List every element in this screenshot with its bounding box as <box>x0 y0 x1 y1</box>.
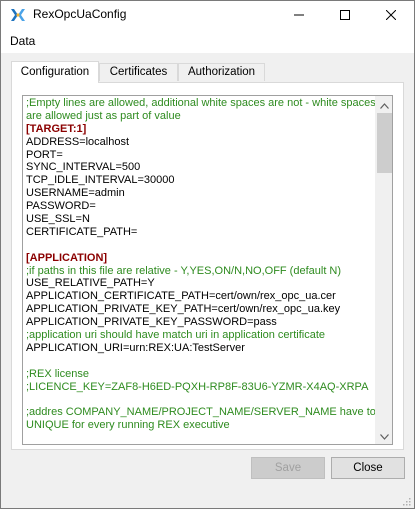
config-editor[interactable]: ;Empty lines are allowed, additional whi… <box>22 95 393 445</box>
resize-grip-icon[interactable] <box>401 495 411 506</box>
config-comment-line: ;REX license <box>26 367 89 380</box>
menu-data[interactable]: Data <box>10 34 35 48</box>
window-title: RexOpcUaConfig <box>33 7 127 21</box>
config-comment-line: ;application uri should have match uri i… <box>26 329 325 342</box>
config-line: CERTIFICATE_PATH= <box>26 225 138 238</box>
config-line <box>26 355 376 368</box>
menu-bar: Data <box>1 29 414 53</box>
config-comment-line: are allowed just as part of value <box>26 109 181 122</box>
tab-configuration[interactable]: Configuration <box>11 61 99 83</box>
config-line: USERNAME=admin <box>26 187 125 200</box>
title-bar[interactable]: RexOpcUaConfig <box>1 1 414 29</box>
maximize-icon <box>340 10 350 20</box>
config-comment-line: UNIQUE for every running REX executive <box>26 419 230 432</box>
vertical-scrollbar[interactable] <box>375 96 392 444</box>
config-line: SYNC_INTERVAL=500 <box>26 161 141 174</box>
config-comment-line: ;if paths in this file are relative - Y,… <box>26 264 342 277</box>
close-button[interactable]: Close <box>331 457 405 479</box>
app-window: RexOpcUaConfig Data Configuration Certif… <box>0 0 415 509</box>
config-line: TCP_IDLE_INTERVAL=30000 <box>26 174 175 187</box>
config-line <box>26 393 376 406</box>
maximize-button[interactable] <box>322 1 368 29</box>
save-button[interactable]: Save <box>251 457 325 479</box>
config-section-header: [TARGET:1] <box>26 122 87 135</box>
scroll-up-button[interactable] <box>376 96 392 113</box>
config-comment-line: ;Empty lines are allowed, additional whi… <box>26 97 376 109</box>
config-section-header: [APPLICATION] <box>26 251 108 264</box>
rex-app-icon <box>9 6 27 24</box>
close-window-button[interactable] <box>368 1 414 29</box>
minimize-button[interactable] <box>276 1 322 29</box>
config-line: APPLICATION_CERTIFICATE_PATH=cert/own/re… <box>26 290 336 303</box>
config-line: APPLICATION_URI=urn:REX:UA:TestServer <box>26 341 245 354</box>
config-line: USE_RELATIVE_PATH=Y <box>26 277 155 290</box>
scroll-down-arrow-icon <box>380 429 389 443</box>
tab-certificates[interactable]: Certificates <box>99 63 178 81</box>
config-comment-line: ;addres COMPANY_NAME/PROJECT_NAME/SERVER… <box>26 406 376 419</box>
configuration-panel: ;Empty lines are allowed, additional whi… <box>11 82 404 450</box>
scroll-thumb[interactable] <box>377 113 392 173</box>
scroll-down-button[interactable] <box>376 427 392 444</box>
minimize-icon <box>294 10 304 20</box>
config-line: USE_SSL=N <box>26 213 90 226</box>
tab-authorization[interactable]: Authorization <box>178 63 265 81</box>
config-text[interactable]: ;Empty lines are allowed, additional whi… <box>26 97 376 432</box>
config-line: APPLICATION_PRIVATE_KEY_PATH=cert/own/re… <box>26 303 341 316</box>
config-line: ADDRESS=localhost <box>26 135 130 148</box>
config-line: PORT= <box>26 148 63 161</box>
config-line <box>26 239 376 252</box>
config-line: APPLICATION_PRIVATE_KEY_PASSWORD=pass <box>26 316 277 329</box>
config-comment-line: ;LICENCE_KEY=ZAF8-H6ED-PQXH-RP8F-83U6-YZ… <box>26 380 369 393</box>
config-line: PASSWORD= <box>26 200 96 213</box>
scroll-up-arrow-icon <box>380 98 389 112</box>
close-icon <box>386 10 396 20</box>
